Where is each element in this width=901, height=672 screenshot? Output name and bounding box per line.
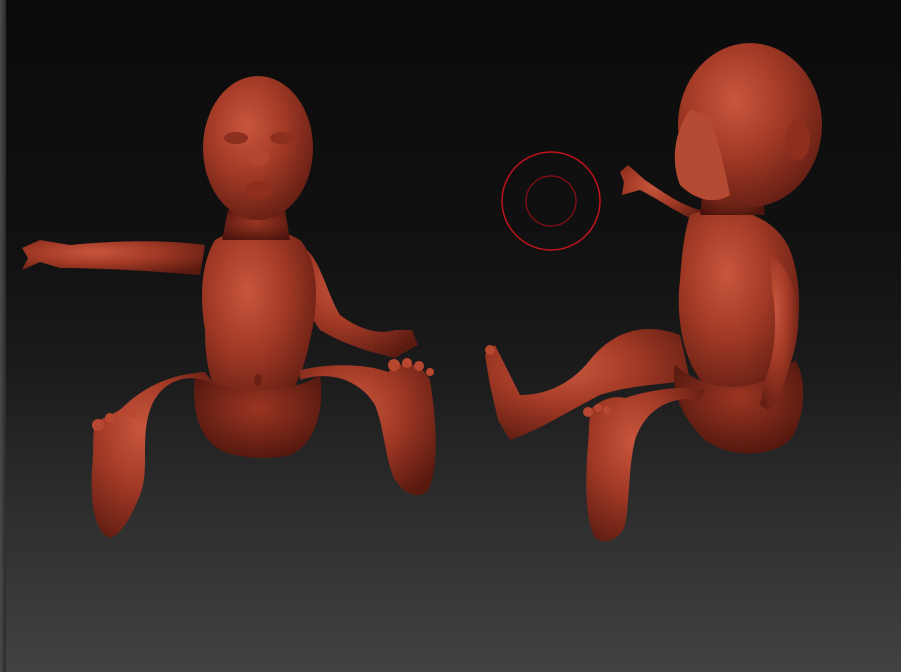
brush-cursor[interactable] xyxy=(501,151,601,251)
brush-inner-ring xyxy=(525,175,577,227)
front-toe xyxy=(117,409,127,419)
side-toe xyxy=(594,404,602,412)
front-toe xyxy=(105,413,115,423)
front-belly-button xyxy=(254,374,262,386)
side-toe xyxy=(603,406,611,414)
side-extended-leg xyxy=(485,329,690,440)
front-eye-left xyxy=(224,132,248,144)
sculpt-viewport[interactable] xyxy=(0,0,901,672)
front-nose xyxy=(249,150,269,166)
baby-model-side[interactable] xyxy=(485,43,822,542)
front-left-arm xyxy=(22,240,205,275)
front-toe xyxy=(402,358,412,368)
scene-canvas xyxy=(22,43,822,542)
side-toe xyxy=(583,407,593,417)
front-toe xyxy=(388,359,400,371)
front-toe xyxy=(129,410,137,418)
front-toe xyxy=(414,361,424,371)
front-toe xyxy=(92,419,104,431)
front-eye-right xyxy=(270,132,294,144)
side-ear xyxy=(786,120,810,160)
brush-outer-ring xyxy=(501,151,601,251)
side-toe xyxy=(485,345,495,355)
front-toe xyxy=(426,368,434,376)
baby-model-front[interactable] xyxy=(22,76,436,538)
front-mouth xyxy=(245,181,273,199)
